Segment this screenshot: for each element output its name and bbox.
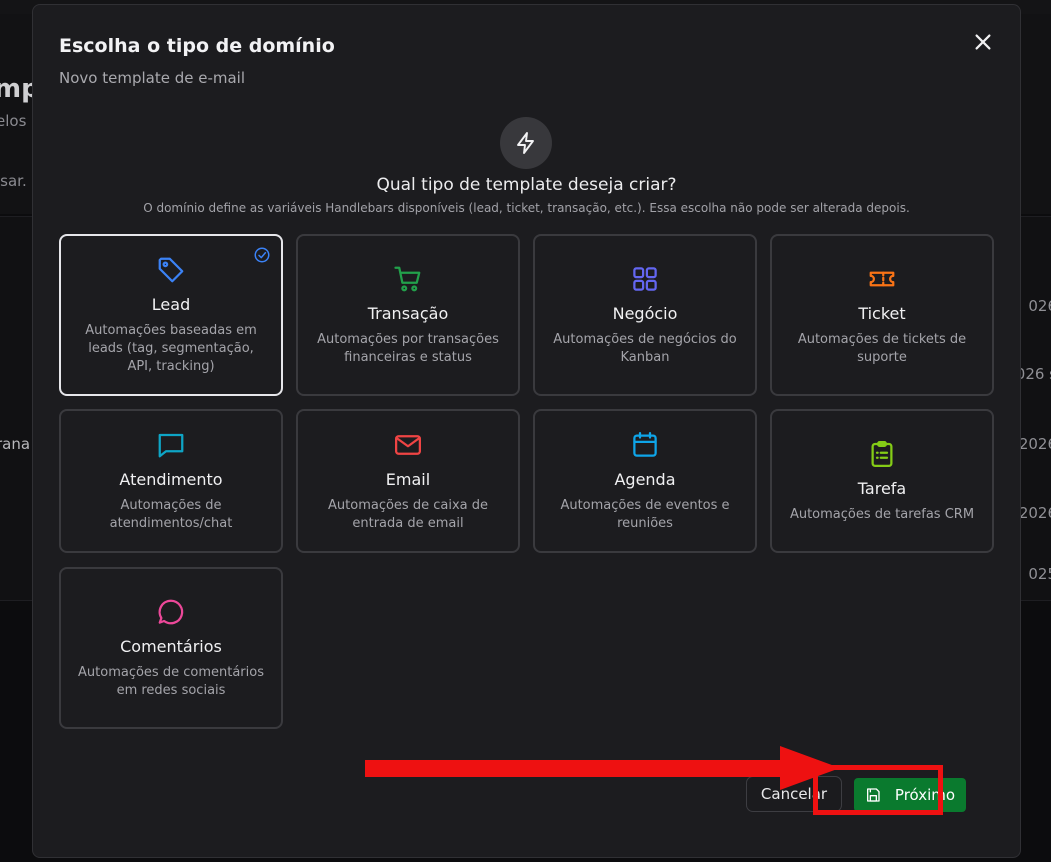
domain-card-title: Email [385,469,431,489]
next-button[interactable]: Próximo [854,778,966,812]
domain-card-title: Negócio [612,303,678,323]
domain-card-description: Automações de comentários em redes socia… [78,664,264,698]
domain-card-negocio[interactable]: Negócio Automações de negócios do Kanban [533,234,757,396]
check-circle-icon [254,247,270,263]
domain-card-description: Automações de tickets de suporte [797,331,967,365]
lightning-icon [500,117,552,169]
domain-card-description: Automações baseadas em leads (tag, segme… [85,322,257,374]
tag-icon [158,257,184,282]
domain-card-tarefa[interactable]: Tarefa Automações de tarefas CRM [770,409,994,553]
domain-card-title: Transação [367,303,449,323]
domain-card-lead[interactable]: Lead Automações baseadas em leads (tag, … [59,234,283,396]
domain-card-description: Automações por transações financeiras e … [317,331,499,365]
shopping-cart-icon [394,266,421,291]
domain-card-description: Automações de caixa de entrada de email [328,497,488,531]
next-button-label: Próximo [894,786,956,804]
background-page-subtitle: elos [0,112,27,130]
domain-card-title: Lead [151,294,191,314]
background-date: 2026 [1018,435,1051,453]
question-note: O domínio define as variáveis Handlebars… [143,201,910,215]
domain-card-title: Agenda [614,469,676,489]
domain-type-modal: Escolha o tipo de domínio Novo template … [32,4,1021,858]
domain-card-description: Automações de atendimentos/chat [109,497,233,531]
annotation-arrow-head [780,746,840,790]
background-row-text: rana [0,435,31,453]
save-icon [866,788,880,802]
mail-icon [395,434,421,455]
domain-card-title: Ticket [858,303,906,323]
background-date: 025 [1028,565,1051,583]
calendar-icon [633,431,657,457]
close-icon [975,34,991,50]
domain-card-email[interactable]: Email Automações de caixa de entrada de … [296,409,520,553]
message-square-icon [158,433,184,457]
close-button[interactable] [972,31,994,53]
background-date: 026 [1028,297,1051,315]
domain-card-atendimento[interactable]: Atendimento Automações de atendimentos/c… [59,409,283,553]
domain-card-title: Tarefa [857,478,907,498]
domain-card-title: Comentários [120,636,222,656]
modal-subtitle: Novo template de e-mail [59,69,245,87]
domain-card-comentarios[interactable]: Comentários Automações de comentários em… [59,567,283,729]
question-heading: Qual tipo de template deseja criar? [376,175,677,195]
background-date: 2026 [1018,504,1051,522]
clipboard-list-icon [871,440,893,467]
ticket-icon [869,271,895,286]
annotation-arrow-shaft [365,760,785,777]
message-circle-icon [158,599,184,624]
domain-card-transacao[interactable]: Transação Automações por transações fina… [296,234,520,396]
domain-card-description: Automações de negócios do Kanban [553,331,737,365]
domain-card-description: Automações de tarefas CRM [789,506,975,522]
domain-card-agenda[interactable]: Agenda Automações de eventos e reuniões [533,409,757,553]
background-search-input: isar. [0,172,27,190]
modal-title: Escolha o tipo de domínio [59,35,335,57]
domain-card-ticket[interactable]: Ticket Automações de tickets de suporte [770,234,994,396]
background-date: 026 s [1015,365,1051,383]
grid-icon [633,266,657,291]
domain-card-description: Automações de eventos e reuniões [560,497,730,531]
domain-card-title: Atendimento [119,469,223,489]
